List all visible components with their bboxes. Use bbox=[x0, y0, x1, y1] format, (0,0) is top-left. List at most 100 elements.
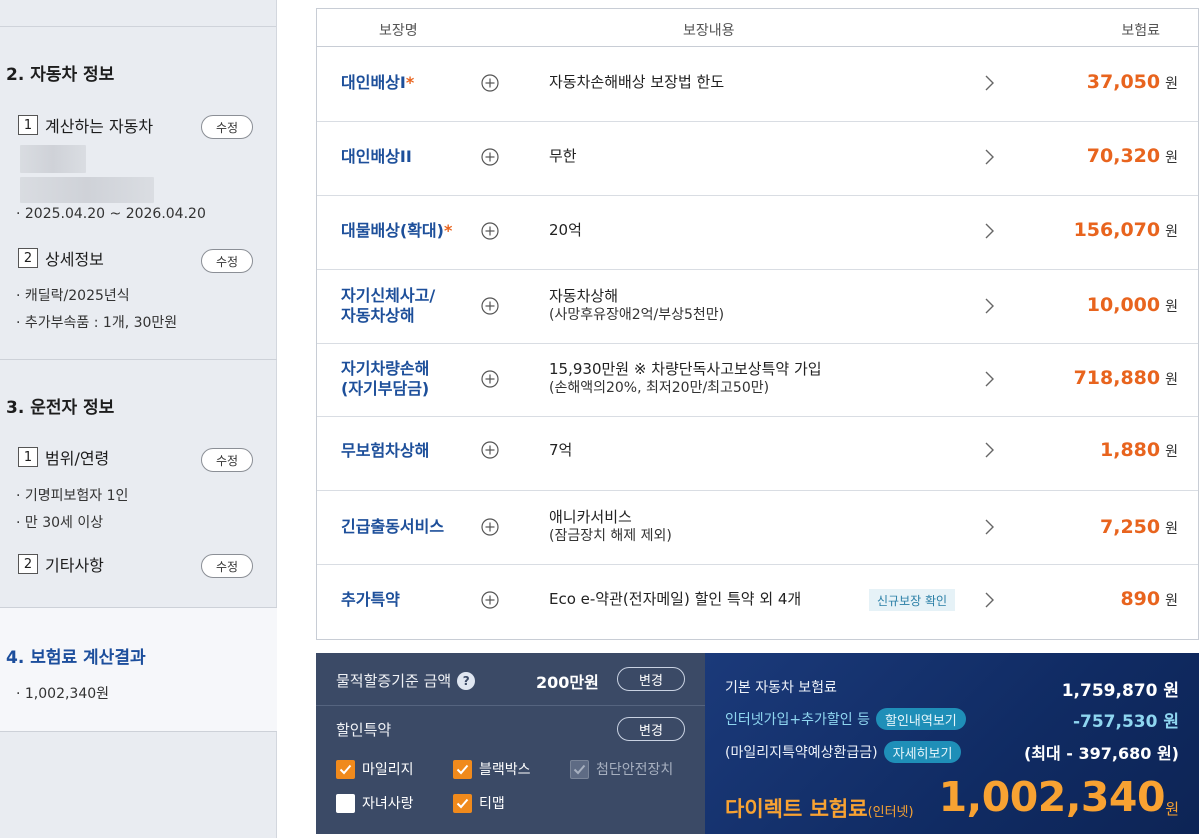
edit-vehicle-button[interactable]: 수정 bbox=[201, 115, 253, 139]
chevron-right-icon[interactable] bbox=[983, 74, 995, 92]
driver-age: · 만 30세 이상 bbox=[16, 515, 104, 531]
sidebar-top-divider bbox=[0, 0, 276, 27]
accessory-info: · 추가부속품 : 1개, 30만원 bbox=[16, 315, 178, 331]
mileage-checkbox[interactable]: 마일리지 bbox=[336, 759, 414, 779]
plus-circle-icon[interactable] bbox=[481, 518, 499, 536]
premium-summary-panel: 기본 자동차 보험료 1,759,870 원 인터넷가입+추가할인 등 할인내역… bbox=[705, 653, 1199, 834]
edit-etc-button[interactable]: 수정 bbox=[201, 554, 253, 578]
redacted-block bbox=[20, 145, 86, 173]
coverage-name: 자기신체사고/자동차상해 bbox=[341, 286, 436, 325]
plus-circle-icon[interactable] bbox=[481, 370, 499, 388]
advanced-safety-checkbox: 첨단안전장치 bbox=[570, 759, 673, 779]
car-info-title: 2. 자동차 정보 bbox=[6, 65, 115, 85]
change-discount-button[interactable]: 변경 bbox=[617, 717, 685, 741]
coverage-desc: 애니카서비스 (잠금장치 해제 제외) bbox=[549, 508, 672, 544]
coverage-desc: 자동차손해배상 보장법 한도 bbox=[549, 73, 725, 91]
coverage-premium: 37,050 원 bbox=[1086, 71, 1178, 93]
coverage-table: 보장명 보장내용 보험료 대인배상I* 자동차손해배상 보장법 한도 37,05… bbox=[316, 8, 1199, 640]
chevron-right-icon[interactable] bbox=[983, 148, 995, 166]
plus-circle-icon[interactable] bbox=[481, 591, 499, 609]
coverage-desc: 자동차상해 (사망후유장애2억/부상5천만) bbox=[549, 287, 725, 323]
sidebar-divider bbox=[0, 359, 277, 360]
car-model-info: · 캐딜락/2025년식 bbox=[16, 288, 130, 304]
car-item-vehicle-label: 계산하는 자동차 bbox=[45, 117, 154, 136]
insurance-period: · 2025.04.20 ~ 2026.04.20 bbox=[16, 206, 206, 222]
checkbox-checked-icon bbox=[453, 793, 472, 813]
result-title[interactable]: 4. 보험료 계산결과 bbox=[6, 643, 146, 668]
item-number: 2 bbox=[18, 248, 38, 268]
chevron-right-icon[interactable] bbox=[983, 370, 995, 388]
coverage-premium: 1,880 원 bbox=[1100, 439, 1178, 461]
direct-premium-label: 다이렉트 보험료(인터넷) bbox=[725, 797, 914, 821]
coverage-name: 무보험차상해 bbox=[341, 441, 430, 460]
coverage-name: 추가특약 bbox=[341, 590, 400, 609]
mileage-detail-button[interactable]: 자세히보기 bbox=[883, 741, 962, 763]
change-property-button[interactable]: 변경 bbox=[617, 667, 685, 691]
coverage-desc: Eco e-약관(전자메일) 할인 특약 외 4개 bbox=[549, 590, 802, 608]
plus-circle-icon[interactable] bbox=[481, 74, 499, 92]
discount-row: 인터넷가입+추가할인 등 할인내역보기 bbox=[725, 708, 966, 730]
chevron-right-icon[interactable] bbox=[983, 441, 995, 459]
table-row[interactable]: 자기신체사고/자동차상해 자동차상해 (사망후유장애2억/부상5천만) 10,00… bbox=[317, 270, 1198, 344]
header-coverage-content: 보장내용 bbox=[683, 23, 735, 39]
property-surcharge-label: 물적할증기준 금액 ? bbox=[336, 670, 476, 691]
chevron-right-icon[interactable] bbox=[983, 222, 995, 240]
discount-detail-button[interactable]: 할인내역보기 bbox=[875, 708, 966, 730]
car-item-vehicle: 1 계산하는 자동차 bbox=[18, 113, 153, 137]
car-item-detail-label: 상세정보 bbox=[45, 250, 104, 269]
driver-item-range-label: 범위/연령 bbox=[45, 449, 110, 468]
chevron-right-icon[interactable] bbox=[983, 518, 995, 536]
table-row[interactable]: 대물배상(확대)* 20억 156,070 원 bbox=[317, 196, 1198, 270]
blackbox-checkbox[interactable]: 블랙박스 bbox=[453, 759, 531, 779]
property-surcharge-amount: 200만원 bbox=[536, 673, 599, 692]
driver-item-etc-label: 기타사항 bbox=[45, 556, 104, 575]
coverage-desc: 무한 bbox=[549, 147, 577, 165]
table-row[interactable]: 자기차량손해 (자기부담금) 15,930만원 ※ 차량단독사고보상특약 가입 (손… bbox=[317, 344, 1198, 417]
direct-premium-won: 원 bbox=[1165, 800, 1179, 818]
plus-circle-icon[interactable] bbox=[481, 222, 499, 240]
result-section-bg bbox=[0, 607, 277, 732]
plus-circle-icon[interactable] bbox=[481, 148, 499, 166]
base-premium-value: 1,759,870 원 bbox=[1061, 681, 1179, 701]
chevron-right-icon[interactable] bbox=[983, 591, 995, 609]
edit-detail-button[interactable]: 수정 bbox=[201, 249, 253, 273]
table-row[interactable]: 대인배상II 무한 70,320 원 bbox=[317, 122, 1198, 196]
coverage-premium: 7,250 원 bbox=[1100, 516, 1178, 538]
table-row[interactable]: 무보험차상해 7억 1,880 원 bbox=[317, 417, 1198, 491]
child-love-checkbox[interactable]: 자녀사랑 bbox=[336, 793, 414, 813]
plus-circle-icon[interactable] bbox=[481, 297, 499, 315]
table-row[interactable]: 대인배상I* 자동차손해배상 보장법 한도 37,050 원 bbox=[317, 47, 1198, 122]
chevron-right-icon[interactable] bbox=[983, 297, 995, 315]
coverage-premium: 70,320 원 bbox=[1086, 145, 1178, 167]
direct-premium-total: 1,002,340 bbox=[938, 773, 1166, 821]
item-number: 1 bbox=[18, 447, 38, 467]
coverage-name: 대인배상I* bbox=[341, 73, 415, 92]
table-row[interactable]: 추가특약 Eco e-약관(전자메일) 할인 특약 외 4개 신규보장 확인 8… bbox=[317, 565, 1198, 640]
coverage-premium: 890 원 bbox=[1120, 588, 1178, 610]
car-item-detail: 2 상세정보 bbox=[18, 246, 104, 270]
coverage-name: 긴급출동서비스 bbox=[341, 517, 445, 536]
discount-special-label: 할인특약 bbox=[336, 721, 392, 739]
help-icon[interactable]: ? bbox=[457, 671, 476, 690]
plus-circle-icon[interactable] bbox=[481, 441, 499, 459]
discount-panel: 물적할증기준 금액 ? 200만원 변경 할인특약 변경 마일리지 블랙박스 첨… bbox=[316, 653, 705, 834]
coverage-desc: 15,930만원 ※ 차량단독사고보상특약 가입 (손해액의20%, 최저20만/… bbox=[549, 360, 822, 396]
coverage-name: 자기차량손해 (자기부담금) bbox=[341, 359, 430, 398]
redacted-block bbox=[20, 177, 154, 203]
checkbox-disabled-icon bbox=[570, 759, 589, 779]
checkbox-checked-icon bbox=[453, 759, 472, 779]
edit-range-button[interactable]: 수정 bbox=[201, 448, 253, 472]
coverage-premium: 156,070 원 bbox=[1073, 219, 1178, 241]
coverage-premium: 10,000 원 bbox=[1086, 294, 1178, 316]
table-row[interactable]: 긴급출동서비스 애니카서비스 (잠금장치 해제 제외) 7,250 원 bbox=[317, 491, 1198, 565]
new-coverage-badge[interactable]: 신규보장 확인 bbox=[869, 589, 956, 611]
item-number: 1 bbox=[18, 115, 38, 135]
property-surcharge-row: 물적할증기준 금액 ? 200만원 변경 bbox=[316, 653, 705, 706]
header-coverage-name: 보장명 bbox=[379, 23, 418, 39]
mileage-refund-value: (최대 - 397,680 원) bbox=[1023, 744, 1179, 763]
driver-scope: · 기명피보험자 1인 bbox=[16, 488, 129, 504]
result-amount: · 1,002,340원 bbox=[16, 686, 110, 702]
checkbox-checked-icon bbox=[336, 759, 355, 779]
tmap-checkbox[interactable]: 티맵 bbox=[453, 793, 505, 813]
item-number: 2 bbox=[18, 554, 38, 574]
